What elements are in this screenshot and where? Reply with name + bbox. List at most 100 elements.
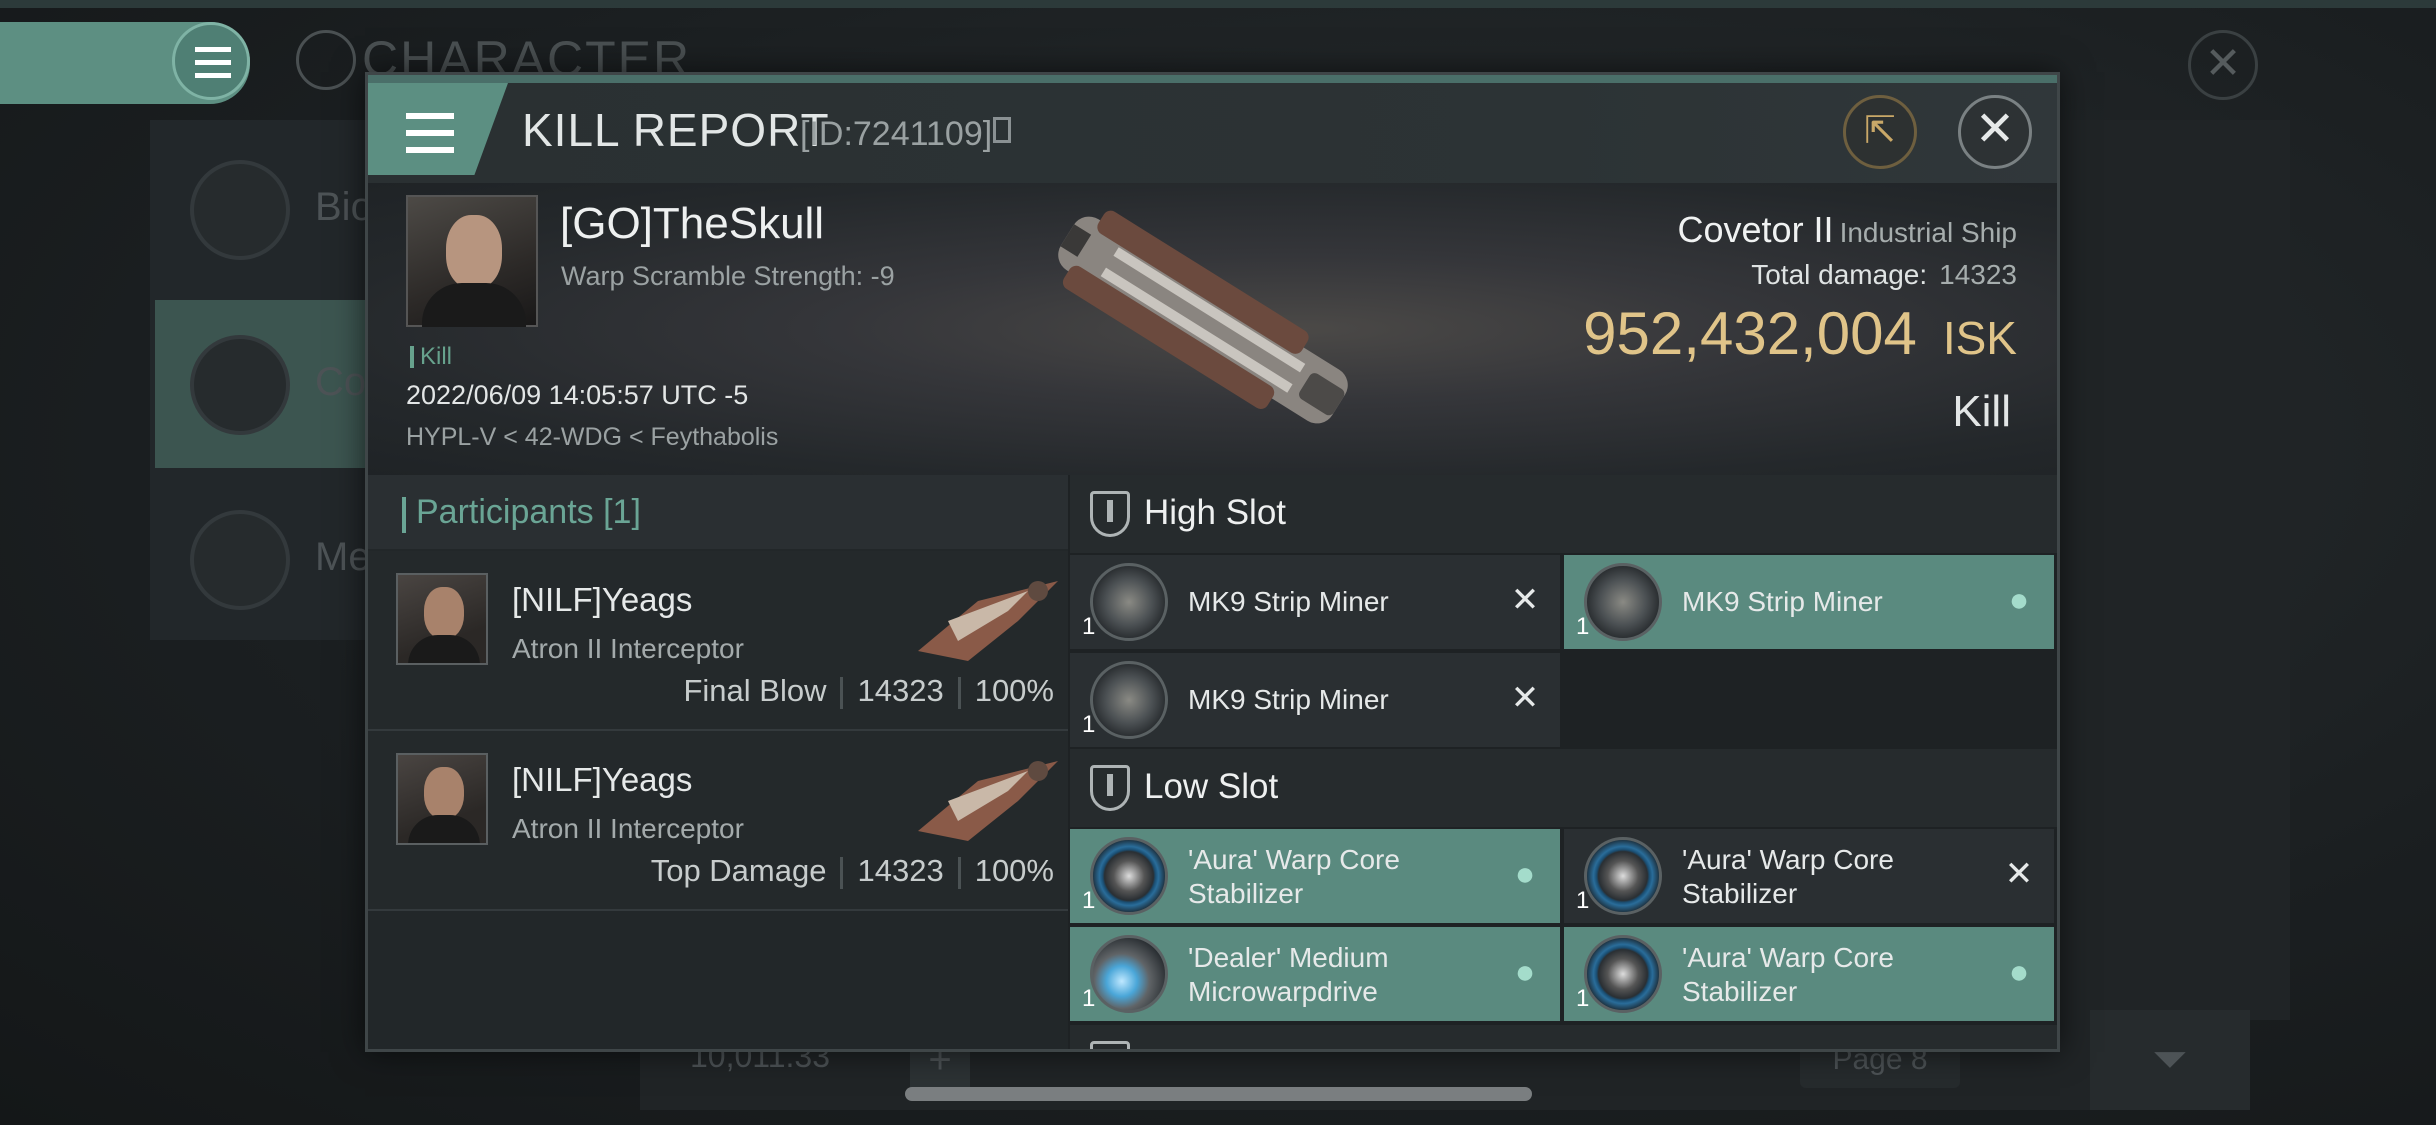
home-indicator[interactable] bbox=[905, 1087, 1532, 1101]
module-quantity: 1 bbox=[1082, 985, 1096, 1012]
attacker-ship: Atron II Interceptor bbox=[512, 813, 744, 844]
module-item[interactable]: 1 'Aura' Warp Core Stabilizer ● bbox=[1070, 829, 1560, 923]
victim-name[interactable]: [GO]TheSkull bbox=[560, 199, 824, 249]
attacker-percent: 100% bbox=[974, 673, 1054, 708]
kill-datetime: 2022/06/09 14:05:57 UTC -5 bbox=[406, 380, 749, 410]
report-id: [ID:7241109] bbox=[800, 115, 993, 153]
character-icon bbox=[296, 30, 356, 90]
attacker-name: [NILF]Yeags bbox=[512, 581, 693, 618]
close-button[interactable]: ✕ bbox=[1958, 95, 2032, 169]
modal-top-border bbox=[368, 75, 2057, 83]
attacker-role: Final Blow bbox=[683, 673, 827, 708]
section-marker bbox=[402, 497, 406, 533]
module-item[interactable]: 1 MK9 Strip Miner ✕ bbox=[1070, 653, 1560, 747]
participants-header: Participants [1] bbox=[368, 475, 1068, 549]
attacker-stats: Top Damage 14323 100% bbox=[651, 853, 1054, 889]
module-quantity: 1 bbox=[1576, 887, 1590, 914]
victim-ship-info: Covetor II Industrial Ship bbox=[1678, 209, 2018, 251]
sidebar-item-label: Me bbox=[315, 535, 371, 579]
attacker-name: [NILF]Yeags bbox=[512, 761, 693, 798]
module-item[interactable]: 1 'Dealer' Medium Microwarpdrive ● bbox=[1070, 927, 1560, 1021]
warp-core-stabilizer-icon bbox=[1090, 837, 1168, 915]
kill-type-label: Kill bbox=[420, 343, 453, 370]
star-icon bbox=[190, 510, 290, 610]
microwarpdrive-icon bbox=[1090, 935, 1168, 1013]
slot-icon bbox=[1090, 1041, 1130, 1049]
dropped-icon: ● bbox=[1514, 953, 1536, 991]
main-menu-button[interactable] bbox=[172, 22, 250, 100]
sidebar-item-label: Co bbox=[315, 360, 367, 404]
module-name: MK9 Strip Miner bbox=[1682, 586, 1883, 617]
warp-core-stabilizer-icon bbox=[1584, 935, 1662, 1013]
attacker-percent: 100% bbox=[974, 853, 1054, 888]
ship-class: Industrial Ship bbox=[1839, 217, 2017, 248]
attacker-stats: Final Blow 14323 100% bbox=[683, 673, 1054, 709]
sidebar-item-combat[interactable]: Co bbox=[150, 305, 370, 465]
next-slot-header bbox=[1070, 1025, 2057, 1049]
ship-name[interactable]: Covetor II bbox=[1678, 209, 1834, 250]
total-damage-label: Total damage: bbox=[1751, 259, 1928, 290]
modal-title: KILL REPORT bbox=[522, 104, 830, 156]
sidebar-item-bio[interactable]: Bio bbox=[150, 130, 373, 290]
attacker-ship-image bbox=[918, 761, 1058, 841]
isk-value: 952,432,004 ISK bbox=[1583, 299, 2017, 368]
dropped-icon: ● bbox=[1514, 855, 1536, 893]
isk-unit: ISK bbox=[1942, 312, 2017, 364]
victim-portrait[interactable] bbox=[406, 195, 538, 327]
module-quantity: 1 bbox=[1576, 613, 1590, 640]
filter-icon[interactable]: ⏷ bbox=[2090, 1010, 2250, 1110]
module-name: MK9 Strip Miner bbox=[1188, 684, 1389, 715]
attacker-portrait bbox=[396, 573, 488, 665]
list-icon bbox=[190, 160, 290, 260]
copy-icon[interactable] bbox=[993, 117, 1011, 143]
high-slot-title: High Slot bbox=[1144, 493, 1287, 532]
module-item[interactable]: 1 MK9 Strip Miner ✕ bbox=[1070, 555, 1560, 649]
module-name: MK9 Strip Miner bbox=[1188, 586, 1389, 617]
attacker-ship: Atron II Interceptor bbox=[512, 633, 744, 664]
low-slot-title: Low Slot bbox=[1144, 767, 1279, 806]
attacker-portrait bbox=[396, 753, 488, 845]
kill-report-modal: KILL REPORT [ID:7241109] ⇱ ✕ [GO]TheSkul… bbox=[365, 72, 2060, 1052]
high-slot-icon bbox=[1090, 491, 1130, 537]
attacker-damage: 14323 bbox=[857, 853, 944, 888]
participant-row[interactable]: [NILF]Yeags Atron II Interceptor Final B… bbox=[368, 551, 1068, 731]
module-name: 'Dealer' Medium Microwarpdrive bbox=[1188, 942, 1389, 1007]
background-close-icon[interactable]: ✕ bbox=[2188, 30, 2258, 100]
high-slot-header: High Slot bbox=[1070, 475, 2057, 553]
sidebar-item-medals[interactable]: Me bbox=[150, 480, 371, 640]
participants-title: Participants [1] bbox=[416, 493, 641, 531]
victim-ship-image[interactable] bbox=[1023, 195, 1383, 445]
warp-scramble-strength: Warp Scramble Strength: -9 bbox=[561, 261, 895, 291]
menu-icon bbox=[406, 113, 454, 153]
dropped-icon: ● bbox=[2008, 953, 2030, 991]
low-slot-header: Low Slot bbox=[1070, 749, 2057, 827]
attacker-ship-image bbox=[918, 581, 1058, 661]
strip-miner-icon bbox=[1090, 563, 1168, 641]
strip-miner-icon bbox=[1584, 563, 1662, 641]
swords-icon bbox=[190, 335, 290, 435]
module-item[interactable]: 1 'Aura' Warp Core Stabilizer ✕ bbox=[1564, 829, 2054, 923]
attacker-damage: 14323 bbox=[857, 673, 944, 708]
strip-miner-icon bbox=[1090, 661, 1168, 739]
destroyed-icon: ✕ bbox=[2004, 855, 2034, 893]
module-name: 'Aura' Warp Core Stabilizer bbox=[1188, 844, 1400, 909]
participant-row[interactable]: [NILF]Yeags Atron II Interceptor Top Dam… bbox=[368, 731, 1068, 911]
attacker-role: Top Damage bbox=[650, 853, 827, 888]
share-button[interactable]: ⇱ bbox=[1843, 95, 1917, 169]
isk-amount: 952,432,004 bbox=[1583, 300, 1917, 367]
module-name: 'Aura' Warp Core Stabilizer bbox=[1682, 942, 1894, 1007]
low-slot-icon bbox=[1090, 765, 1130, 811]
kill-location[interactable]: HYPL-V < 42-WDG < Feythabolis bbox=[406, 423, 778, 452]
module-item[interactable]: 1 'Aura' Warp Core Stabilizer ● bbox=[1564, 927, 2054, 1021]
participants-panel: Participants [1] [NILF]Yeags Atron II In… bbox=[368, 475, 1068, 1049]
warp-core-stabilizer-icon bbox=[1584, 837, 1662, 915]
total-damage-value: 14323 bbox=[1939, 259, 2017, 290]
module-item[interactable]: 1 MK9 Strip Miner ● bbox=[1564, 555, 2054, 649]
destroyed-icon: ✕ bbox=[1510, 679, 1540, 717]
module-quantity: 1 bbox=[1082, 613, 1096, 640]
top-accent-line bbox=[0, 0, 2436, 8]
total-damage: Total damage: 14323 bbox=[1751, 259, 2017, 291]
module-quantity: 1 bbox=[1082, 711, 1096, 738]
kill-marker bbox=[410, 346, 414, 368]
module-quantity: 1 bbox=[1576, 985, 1590, 1012]
